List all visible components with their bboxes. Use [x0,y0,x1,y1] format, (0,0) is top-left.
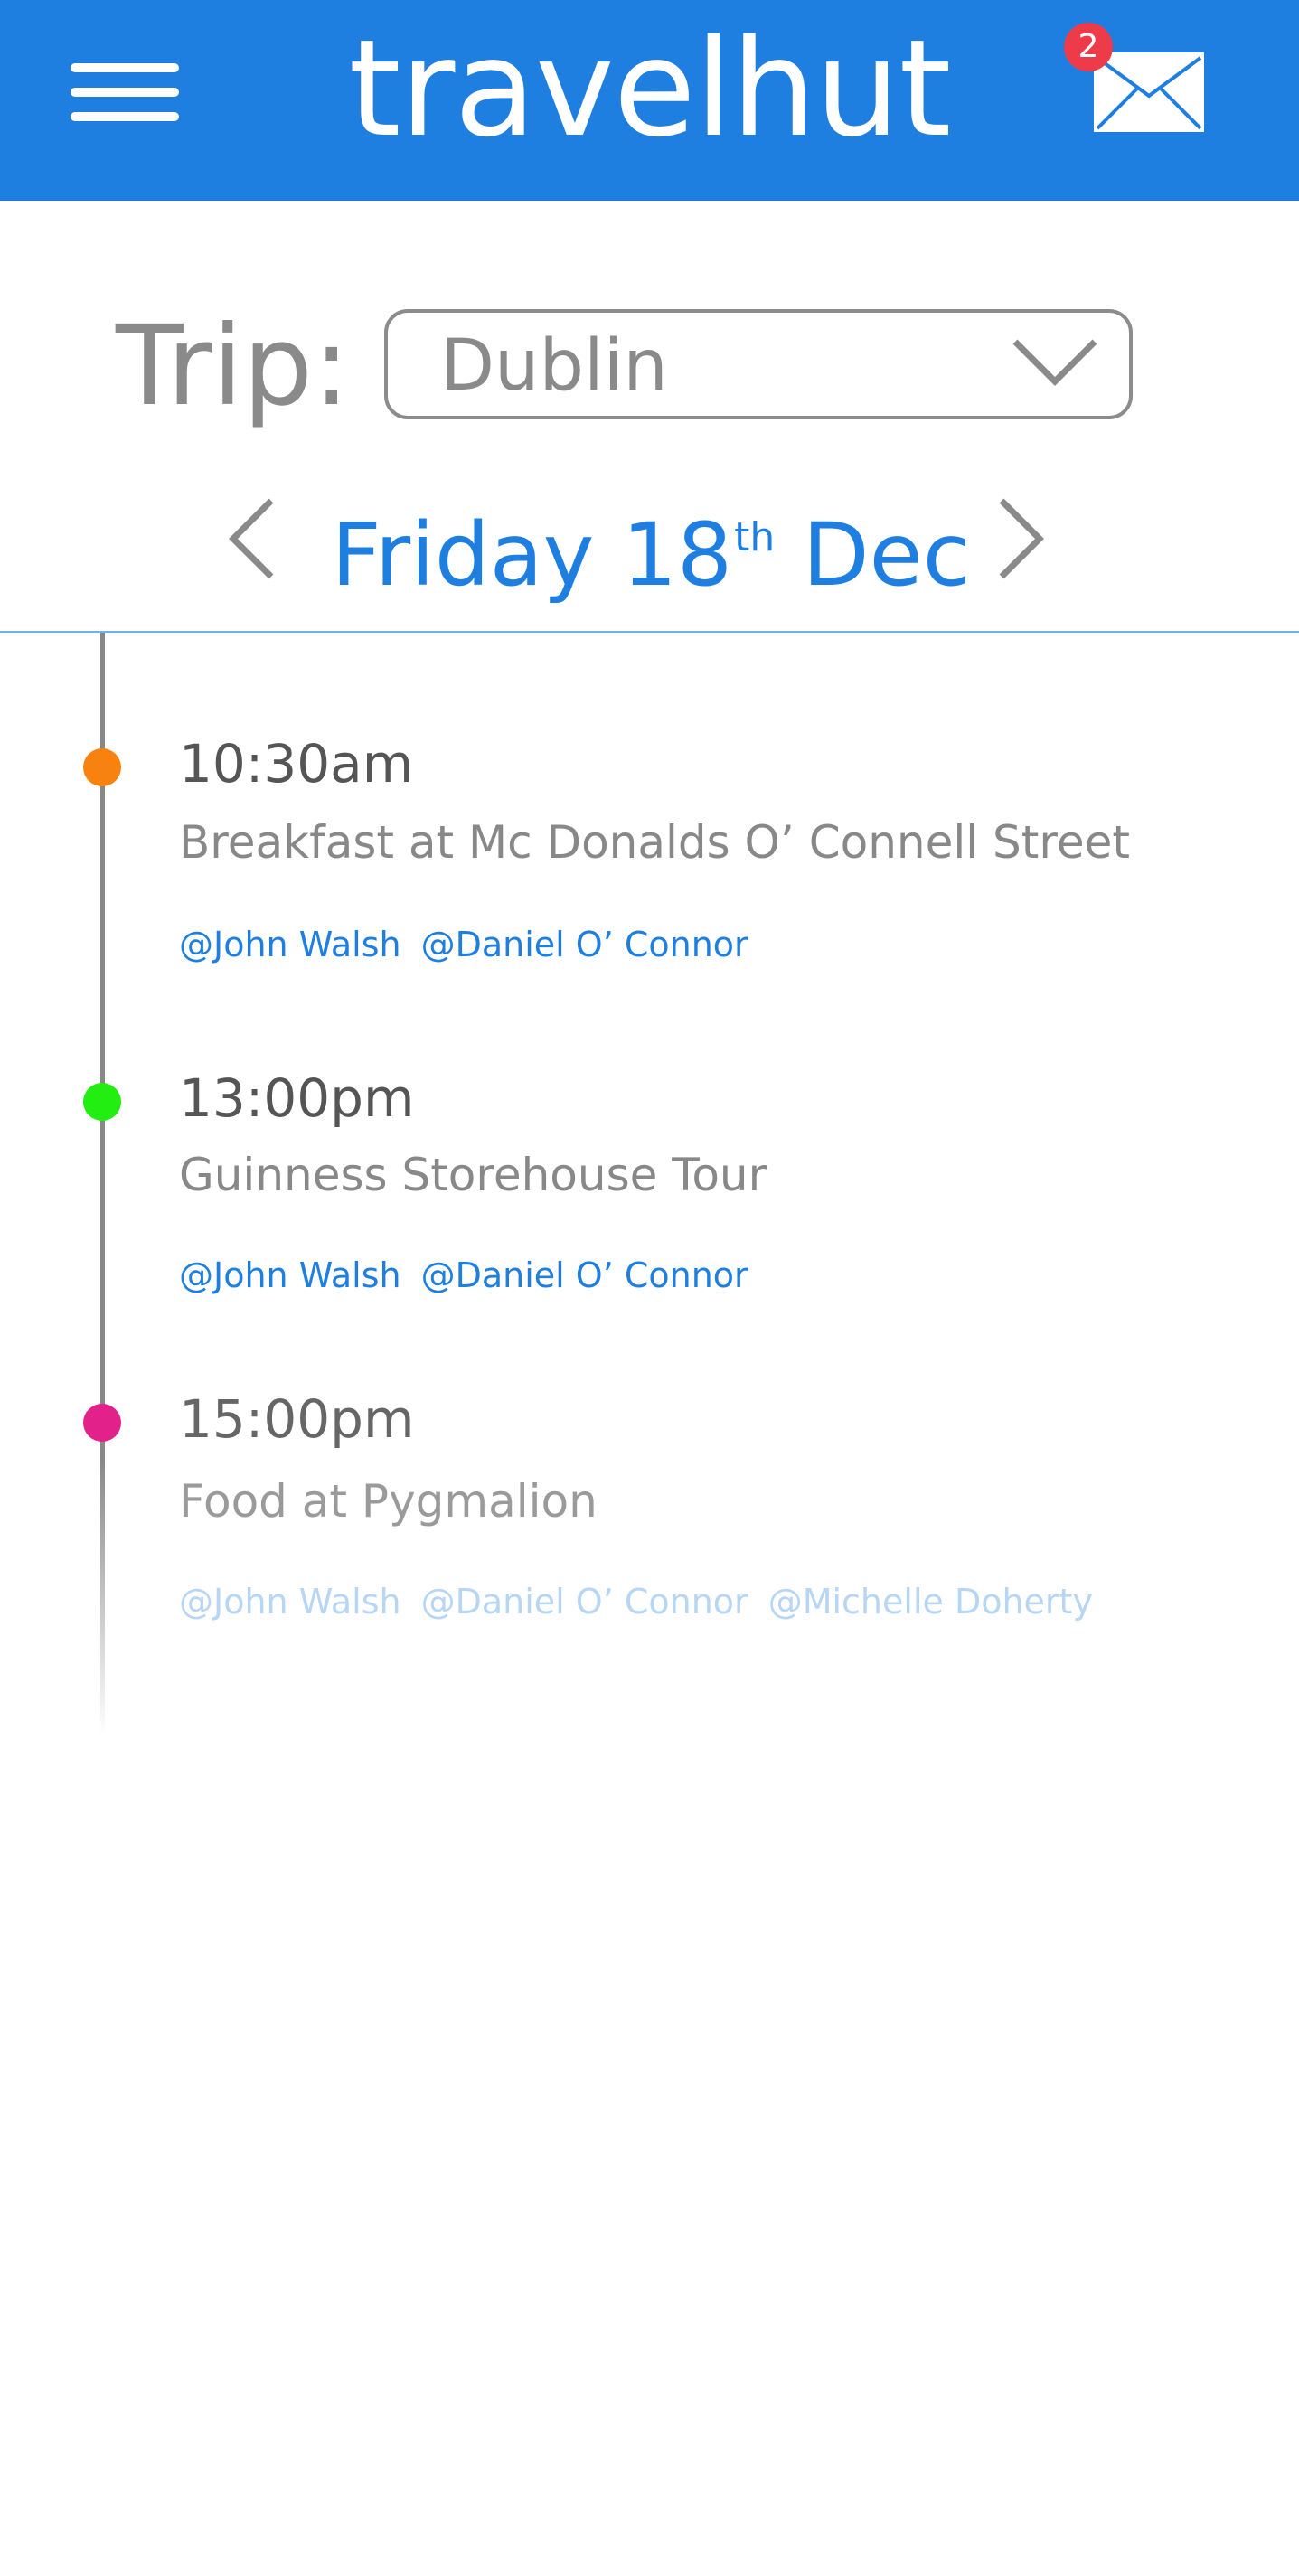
chevron-down-icon [1012,339,1097,386]
event-dot [83,748,121,786]
previous-day-chevron-icon[interactable] [224,495,278,582]
event-time: 10:30am [179,733,414,794]
user-tag[interactable]: @Daniel O’ Connor [421,922,748,967]
event-dot [83,1083,121,1121]
user-tag[interactable]: @John Walsh [179,1579,401,1624]
date-suffix: th [734,514,776,560]
date-day: Friday 18 [331,504,733,606]
user-tag[interactable]: @Daniel O’ Connor [421,1579,748,1624]
user-tag[interactable]: @Daniel O’ Connor [421,1253,748,1298]
event-title: Breakfast at Mc Donalds O’ Connell Stree… [179,816,1130,869]
current-date: Friday 18th Dec [271,484,1031,609]
app-header: travelhut 2 [0,0,1299,201]
mail-icon[interactable] [1092,51,1206,134]
app: travelhut 2 Trip: Dublin Friday 18th Dec… [0,0,1299,2576]
user-tag[interactable]: @John Walsh [179,1253,401,1298]
event-dot [83,1404,121,1442]
event-tags: @John Walsh @Daniel O’ Connor [179,922,768,967]
user-tag[interactable]: @Michelle Doherty [768,1579,1093,1624]
event-tags: @John Walsh @Daniel O’ Connor [179,1253,768,1298]
next-day-chevron-icon[interactable] [994,495,1049,582]
user-tag[interactable]: @John Walsh [179,922,401,967]
notification-badge: 2 [1064,23,1113,71]
event-title: Guinness Storehouse Tour [179,1149,767,1201]
trip-dropdown[interactable]: Dublin [384,309,1133,419]
timeline-line [100,633,105,1735]
date-month: Dec [802,504,971,606]
event-time: 13:00pm [179,1067,415,1129]
trip-label: Trip: [116,302,351,430]
trip-selected-value: Dublin [440,325,668,407]
event-title: Food at Pygmalion [179,1475,598,1528]
header-divider [0,631,1299,633]
event-tags: @John Walsh @Daniel O’ Connor @Michelle Do… [179,1579,1113,1624]
event-time: 15:00pm [179,1388,415,1450]
